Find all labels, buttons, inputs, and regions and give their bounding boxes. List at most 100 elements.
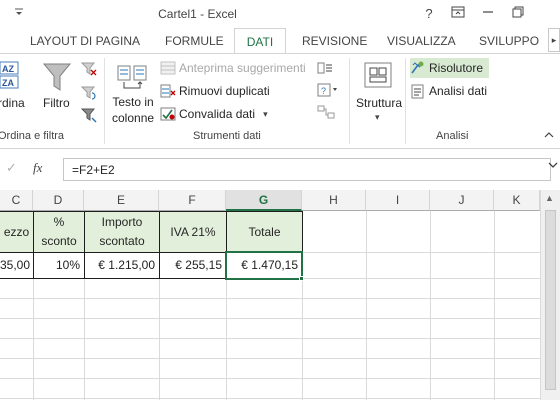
gridline xyxy=(0,358,540,359)
clear-filter-icon[interactable] xyxy=(80,60,98,78)
column-header-c[interactable]: C xyxy=(0,190,33,211)
reapply-filter-icon[interactable] xyxy=(80,84,98,102)
title-bar: Cartel1 - Excel ? xyxy=(0,0,560,28)
ribbon-display-options-button[interactable] xyxy=(444,4,472,24)
svg-text:ZA: ZA xyxy=(2,78,14,88)
window-title: Cartel1 - Excel xyxy=(158,7,237,21)
restore-button[interactable] xyxy=(504,4,532,24)
cell-c2[interactable]: 35,00 xyxy=(0,252,34,279)
tab-scroll-right-button[interactable]: ▸ xyxy=(548,28,560,52)
solver-label: Risolutore xyxy=(429,61,484,75)
gridline xyxy=(366,211,367,400)
column-header-k[interactable]: K xyxy=(494,190,540,211)
tab-layout-di-pagina[interactable]: LAYOUT DI PAGINA xyxy=(30,28,140,54)
what-if-analysis-icon[interactable]: ? xyxy=(316,82,340,98)
cell-d1-line2: sconto xyxy=(41,234,77,248)
remove-duplicates-label: Rimuovi duplicati xyxy=(179,84,270,98)
gridline xyxy=(0,398,540,399)
cell-e1[interactable]: Importo scontato xyxy=(84,211,160,253)
enter-icon[interactable]: ✓ xyxy=(6,160,17,176)
cell-f1[interactable]: IVA 21% xyxy=(159,211,227,253)
outline-icon[interactable] xyxy=(362,60,394,92)
minimize-button[interactable] xyxy=(474,4,502,24)
tab-formule[interactable]: FORMULE xyxy=(165,28,224,54)
group-label-data-tools: Strumenti dati xyxy=(193,130,261,142)
data-validation-label: Convalida dati xyxy=(179,107,256,121)
data-analysis-icon xyxy=(410,83,426,99)
sort-icon[interactable]: AZ ZA xyxy=(0,60,20,94)
cell-e1-line2: scontato xyxy=(99,234,145,248)
cell-d1[interactable]: % sconto xyxy=(33,211,85,253)
column-header-h[interactable]: H xyxy=(302,190,366,211)
cell-d1-line1: % xyxy=(53,215,65,229)
scroll-up-icon[interactable]: ▲ xyxy=(545,193,554,203)
flash-fill-label: Anteprima suggerimenti xyxy=(179,61,306,75)
text-to-columns-icon[interactable] xyxy=(114,60,150,94)
group-label-analysis: Analisi xyxy=(436,130,469,142)
fill-handle[interactable] xyxy=(299,276,304,281)
column-header-d[interactable]: D xyxy=(33,190,84,211)
advanced-filter-icon[interactable] xyxy=(80,106,98,124)
cell-e1-line1: Importo xyxy=(101,215,143,229)
remove-duplicates-icon xyxy=(160,83,176,99)
outline-dropdown-icon[interactable]: ▾ xyxy=(375,112,380,123)
cell-d2[interactable]: 10% xyxy=(33,252,85,279)
help-button[interactable]: ? xyxy=(415,4,443,24)
group-label-sort-filter: Ordina e filtra xyxy=(0,130,65,142)
relationships-icon[interactable] xyxy=(316,104,340,120)
flash-fill-icon xyxy=(160,60,176,76)
filter-icon[interactable] xyxy=(41,60,73,94)
formula-bar-buttons: ✓ fx xyxy=(0,155,58,183)
scrollbar-thumb[interactable] xyxy=(545,210,556,390)
gridline xyxy=(0,338,540,339)
consolidate-icon[interactable] xyxy=(316,60,340,76)
tab-dati[interactable]: DATI xyxy=(234,28,286,54)
formula-bar: ✓ fx =F2+E2 xyxy=(0,155,560,183)
remove-duplicates-button[interactable]: Rimuovi duplicati xyxy=(160,81,270,101)
ribbon-dati: AZ ZA rdina Filtro Ordina e filtra Testo… xyxy=(0,53,560,149)
cell-f2[interactable]: € 255,15 xyxy=(159,252,227,279)
text-to-columns-label-1: Testo in xyxy=(112,95,154,109)
sort-button-label[interactable]: rdina xyxy=(0,96,25,110)
formula-input[interactable]: =F2+E2 xyxy=(63,158,551,181)
flash-fill-button[interactable]: Anteprima suggerimenti xyxy=(160,58,306,78)
ribbon-tabs: LAYOUT DI PAGINA FORMULE DATI REVISIONE … xyxy=(0,28,560,54)
vertical-scrollbar[interactable]: ▲ xyxy=(540,190,560,400)
ribbon-separator xyxy=(405,58,406,144)
active-cell-indicator xyxy=(225,251,303,280)
solver-icon xyxy=(410,60,426,76)
filter-button-label[interactable]: Filtro xyxy=(43,96,70,110)
worksheet-grid[interactable]: C D E F G H I J K ezzo % sconto Importo … xyxy=(0,190,540,400)
svg-text:?: ? xyxy=(321,86,326,96)
outline-button-label[interactable]: Struttura xyxy=(356,96,402,110)
text-to-columns-label-2: colonne xyxy=(112,111,155,125)
gridline xyxy=(494,211,495,400)
gridline xyxy=(0,378,540,379)
gridline xyxy=(0,298,540,299)
tab-revisione[interactable]: REVISIONE xyxy=(302,28,367,54)
column-header-i[interactable]: I xyxy=(366,190,430,211)
expand-formula-bar-icon[interactable] xyxy=(548,161,558,172)
column-header-e[interactable]: E xyxy=(84,190,159,211)
column-header-g[interactable]: G xyxy=(226,190,302,211)
column-header-j[interactable]: J xyxy=(430,190,494,211)
data-validation-button[interactable]: Convalida dati ▾ xyxy=(160,104,268,124)
column-header-f[interactable]: F xyxy=(159,190,226,211)
data-analysis-button[interactable]: Analisi dati xyxy=(410,81,487,101)
text-to-columns-button[interactable]: Testo in colonne xyxy=(112,94,154,126)
cell-g1[interactable]: Totale xyxy=(226,211,303,253)
tab-visualizza[interactable]: VISUALIZZA xyxy=(387,28,456,54)
insert-function-icon[interactable]: fx xyxy=(33,160,42,176)
cell-c1[interactable]: ezzo xyxy=(0,211,34,253)
solver-button[interactable]: Risolutore xyxy=(410,58,490,78)
data-analysis-label: Analisi dati xyxy=(429,84,488,98)
ribbon-separator xyxy=(349,58,350,144)
data-validation-dropdown-icon[interactable]: ▾ xyxy=(263,109,268,120)
tab-sviluppo[interactable]: SVILUPPO xyxy=(479,28,539,54)
ribbon-separator xyxy=(104,58,105,144)
collapse-ribbon-icon[interactable] xyxy=(544,131,554,142)
formula-text: =F2+E2 xyxy=(72,163,115,177)
cell-e2[interactable]: € 1.215,00 xyxy=(84,252,160,279)
gridline xyxy=(0,318,540,319)
svg-text:AZ: AZ xyxy=(2,64,14,74)
